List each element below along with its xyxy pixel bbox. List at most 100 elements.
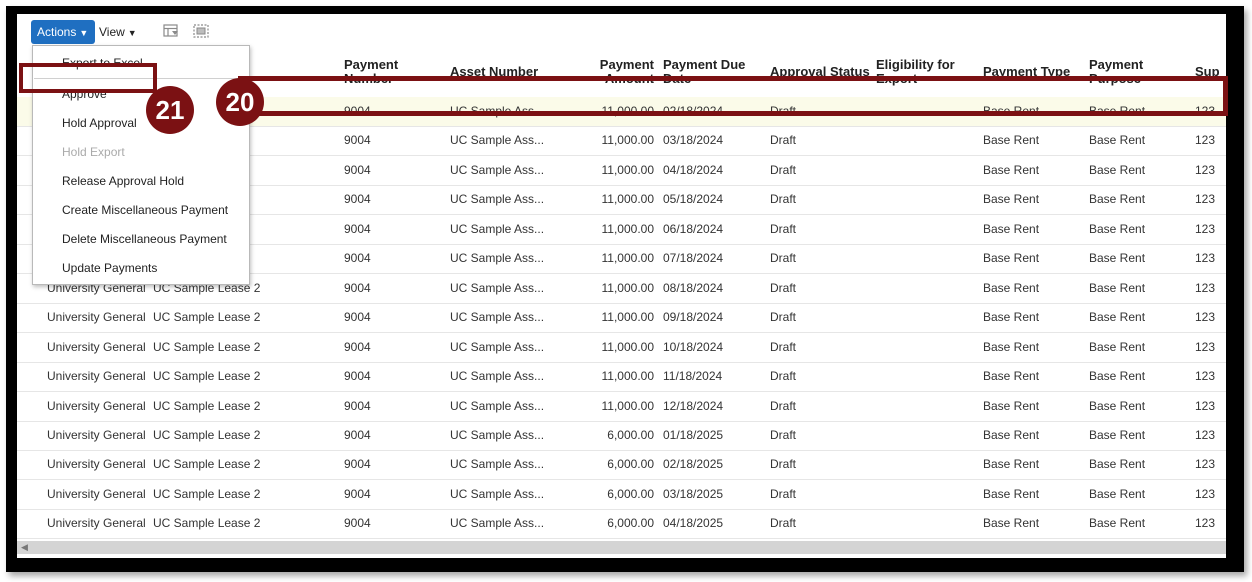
cell-payment-purpose: Base Rent [1089, 457, 1146, 472]
cell-payment-due-date: 03/18/2025 [663, 486, 724, 501]
table-row[interactable]: University General UC Sample Lease 2 9004 U… [17, 480, 1226, 510]
cell-org: University General [47, 369, 146, 384]
cell-payment-type: Base Rent [983, 133, 1040, 148]
cell-lease: UC Sample Lease 2 [153, 486, 261, 501]
cell-payment-type: Base Rent [983, 486, 1040, 501]
cell-payment-number: 9004 [344, 310, 371, 325]
cell-payment-purpose: Base Rent [1089, 369, 1146, 384]
cell-payment-type: Base Rent [983, 310, 1040, 325]
actions-menu-button[interactable]: Actions ▼ [31, 20, 95, 44]
cell-payment-due-date: 08/18/2024 [663, 280, 724, 295]
cell-payment-purpose: Base Rent [1089, 251, 1146, 266]
cell-org: University General [47, 516, 146, 531]
cell-approval-status: Draft [770, 133, 797, 148]
cell-approval-status: Draft [770, 516, 797, 531]
table-row[interactable]: University General UC Sample Lease 2 9004 U… [17, 392, 1226, 422]
cell-lease: UC Sample Lease 2 [153, 398, 261, 413]
cell-payment-purpose: Base Rent [1089, 339, 1146, 354]
row-highlight [238, 76, 1228, 116]
cell-payment-amount: 6,000.00 [607, 486, 654, 501]
menu-item-create-misc-payment[interactable]: Create Miscellaneous Payment [62, 203, 228, 217]
freeze-column-icon[interactable] [163, 24, 179, 38]
cell-asset-number: UC Sample Ass... [450, 280, 545, 295]
cell-payment-number: 9004 [344, 339, 371, 354]
cell-approval-status: Draft [770, 310, 797, 325]
cell-payment-due-date: 10/18/2024 [663, 339, 724, 354]
cell-payment-number: 9004 [344, 192, 371, 207]
view-label: View [99, 25, 125, 39]
cell-lease: UC Sample Lease 2 [153, 339, 261, 354]
table-row[interactable]: University General UC Sample Lease 2 9004 U… [17, 362, 1226, 393]
cell-asset-number: UC Sample Ass... [450, 251, 545, 266]
cell-payment-due-date: 05/18/2024 [663, 192, 724, 207]
cell-payment-number: 9004 [344, 162, 371, 177]
cell-payment-due-date: 03/18/2024 [663, 133, 724, 148]
cell-payment-amount: 11,000.00 [601, 192, 655, 207]
menu-item-delete-misc-payment[interactable]: Delete Miscellaneous Payment [62, 232, 227, 246]
menu-item-hold-approval[interactable]: Hold Approval [62, 116, 137, 130]
table-row[interactable]: University General UC Sample Lease 2 9004 U… [17, 509, 1226, 540]
cell-approval-status: Draft [770, 192, 797, 207]
cell-payment-type: Base Rent [983, 398, 1040, 413]
cell-payment-type: Base Rent [983, 192, 1040, 207]
approve-highlight [19, 63, 157, 93]
cell-supplier: 123 [1195, 310, 1216, 325]
cell-approval-status: Draft [770, 369, 797, 384]
cell-payment-due-date: 11/18/2024 [663, 369, 723, 384]
cell-asset-number: UC Sample Ass... [450, 427, 545, 442]
cell-asset-number: UC Sample Ass... [450, 133, 545, 148]
cell-payment-number: 9004 [344, 516, 371, 531]
table-row[interactable]: University General UC Sample Lease 2 9004 U… [17, 450, 1226, 481]
cell-supplier: 123 [1195, 221, 1216, 236]
cell-asset-number: UC Sample Ass... [450, 192, 545, 207]
cell-payment-number: 9004 [344, 133, 371, 148]
cell-payment-due-date: 04/18/2025 [663, 516, 724, 531]
detach-icon[interactable] [193, 24, 209, 38]
cell-payment-number: 9004 [344, 427, 371, 442]
table-row[interactable]: University General UC Sample Lease 2 9004 U… [17, 333, 1226, 363]
cell-lease: UC Sample Lease 2 [153, 369, 261, 384]
table-row[interactable]: University General UC Sample Lease 2 9004 U… [17, 421, 1226, 451]
cell-org: University General [47, 427, 146, 442]
cell-payment-amount: 11,000.00 [601, 162, 655, 177]
scroll-left-icon[interactable]: ◀ [21, 541, 28, 554]
cell-payment-number: 9004 [344, 457, 371, 472]
cell-payment-due-date: 04/18/2024 [663, 162, 724, 177]
cell-approval-status: Draft [770, 427, 797, 442]
menu-item-update-payments[interactable]: Update Payments [62, 261, 157, 275]
cell-approval-status: Draft [770, 251, 797, 266]
cell-lease: UC Sample Lease 2 [153, 516, 261, 531]
cell-payment-type: Base Rent [983, 369, 1040, 384]
cell-org: University General [47, 310, 146, 325]
cell-payment-purpose: Base Rent [1089, 516, 1146, 531]
cell-lease: UC Sample Lease 2 [153, 457, 261, 472]
cell-payment-purpose: Base Rent [1089, 133, 1146, 148]
cell-payment-type: Base Rent [983, 162, 1040, 177]
cell-approval-status: Draft [770, 457, 797, 472]
cell-payment-type: Base Rent [983, 221, 1040, 236]
cell-asset-number: UC Sample Ass... [450, 221, 545, 236]
cell-payment-purpose: Base Rent [1089, 280, 1146, 295]
caret-down-icon: ▼ [79, 28, 89, 38]
cell-payment-purpose: Base Rent [1089, 162, 1146, 177]
cell-lease: UC Sample Lease 2 [153, 427, 261, 442]
cell-payment-amount: 6,000.00 [607, 516, 654, 531]
cell-approval-status: Draft [770, 339, 797, 354]
cell-org: University General [47, 457, 146, 472]
cell-payment-number: 9004 [344, 221, 371, 236]
cell-payment-amount: 6,000.00 [607, 427, 654, 442]
cell-supplier: 123 [1195, 280, 1216, 295]
cell-supplier: 123 [1195, 398, 1216, 413]
horizontal-scrollbar[interactable]: ◀ [17, 541, 1226, 554]
menu-item-release-approval-hold[interactable]: Release Approval Hold [62, 174, 184, 188]
menu-item-hold-export: Hold Export [62, 145, 125, 159]
cell-payment-type: Base Rent [983, 251, 1040, 266]
cell-payment-amount: 11,000.00 [601, 369, 655, 384]
cell-payment-due-date: 12/18/2024 [663, 398, 724, 413]
cell-asset-number: UC Sample Ass... [450, 339, 545, 354]
cell-approval-status: Draft [770, 162, 797, 177]
cell-payment-number: 9004 [344, 369, 371, 384]
table-row[interactable]: University General UC Sample Lease 2 9004 U… [17, 303, 1226, 334]
view-menu-button[interactable]: View ▼ [99, 20, 137, 44]
cell-payment-amount: 6,000.00 [607, 457, 654, 472]
